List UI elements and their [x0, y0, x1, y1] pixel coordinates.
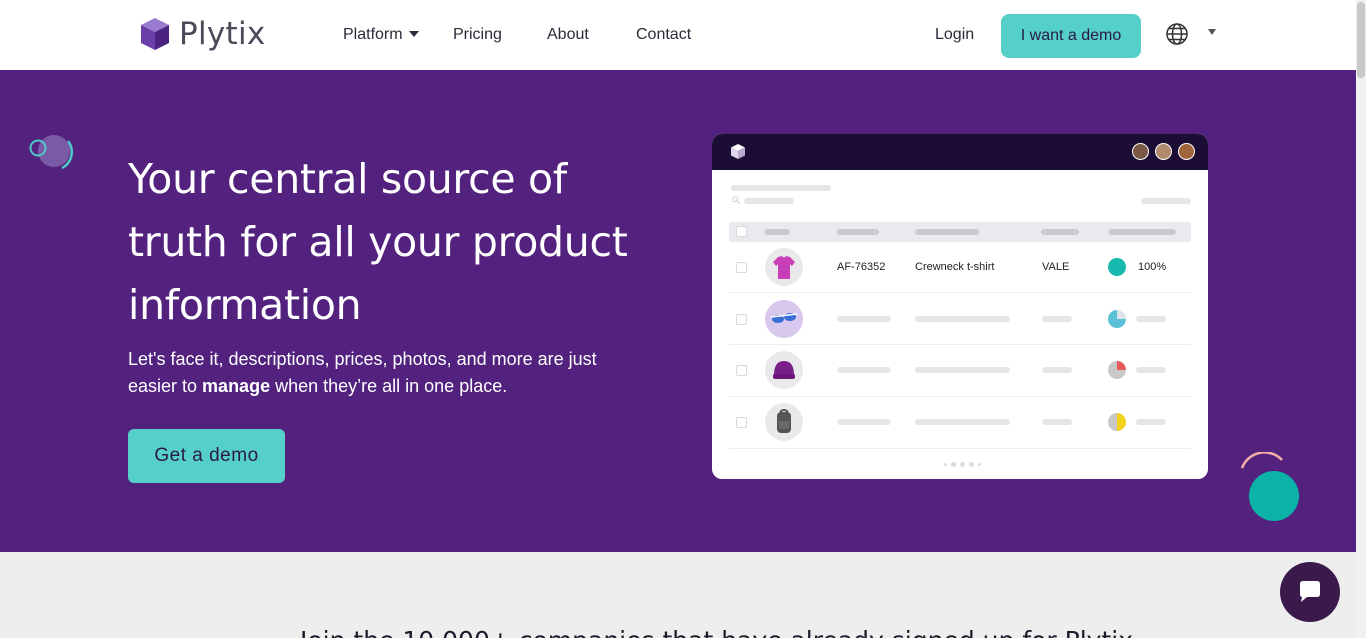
placeholder-bar [915, 367, 1010, 373]
get-demo-button[interactable]: Get a demo [128, 429, 285, 483]
sku-cell: AF-76352 [837, 261, 886, 273]
status-pie [1108, 361, 1126, 379]
avatar [1178, 143, 1195, 160]
hero-subtitle-bold: manage [202, 376, 271, 396]
placeholder-bar [915, 316, 1010, 322]
status-pie [1108, 413, 1126, 431]
product-thumb [765, 403, 803, 441]
placeholder-bar [744, 198, 794, 204]
decorative-circles-icon [29, 135, 73, 170]
header-placeholder [1108, 229, 1176, 235]
beanie-icon [773, 361, 795, 379]
chat-button[interactable] [1280, 562, 1340, 622]
want-demo-button[interactable]: I want a demo [1001, 14, 1141, 58]
login-link[interactable]: Login [935, 26, 974, 44]
header-placeholder [764, 229, 790, 235]
product-thumb [765, 248, 803, 286]
avatar [1155, 143, 1172, 160]
pager-dot [969, 462, 974, 467]
social-proof-headline: Join the 10,000+ companies that have alr… [300, 626, 1133, 638]
row-checkbox [736, 365, 747, 376]
nav-pricing[interactable]: Pricing [453, 26, 502, 44]
placeholder-bar [731, 185, 831, 191]
placeholder-bar [915, 419, 1010, 425]
placeholder-bar [1136, 367, 1166, 373]
header-placeholder [1041, 229, 1079, 235]
chat-icon [1300, 581, 1320, 602]
status-dot [1108, 258, 1126, 276]
row-divider [729, 344, 1191, 345]
placeholder-bar [837, 419, 891, 425]
product-table-mockup: AF-76352 Crewneck t-shirt VALE 100% [712, 134, 1208, 479]
row-divider [729, 448, 1191, 449]
top-navbar: Plytix Platform Pricing About Contact Lo… [0, 0, 1356, 70]
row-checkbox [736, 262, 747, 273]
decorative-teal-circle-icon [1240, 452, 1299, 521]
placeholder-bar [1042, 316, 1072, 322]
table-header [729, 222, 1191, 242]
nav-platform[interactable]: Platform [343, 26, 419, 44]
logo-text: Plytix [179, 16, 266, 52]
placeholder-bar [837, 367, 891, 373]
hero-title: Your central source of truth for all you… [128, 155, 628, 329]
plytix-logo[interactable]: Plytix [140, 16, 266, 52]
sunglasses-icon [770, 313, 798, 323]
cube-logo-icon [141, 18, 169, 50]
mockup-topbar [712, 134, 1208, 170]
header-placeholder [837, 229, 879, 235]
backpack-icon [777, 409, 791, 433]
row-checkbox [736, 314, 747, 325]
chevron-down-icon [408, 31, 419, 37]
avatar [1132, 143, 1149, 160]
product-thumb [765, 351, 803, 389]
nav-platform-label: Platform [343, 26, 403, 43]
placeholder-bar [1042, 367, 1072, 373]
status-pie [1108, 310, 1126, 328]
brand-cell: VALE [1042, 261, 1070, 273]
scrollbar-thumb[interactable] [1357, 2, 1365, 78]
nav-about[interactable]: About [547, 26, 589, 44]
tshirt-icon [773, 256, 795, 279]
scrollbar[interactable] [1356, 0, 1366, 638]
placeholder-bar [837, 316, 891, 322]
search-icon [732, 196, 740, 204]
row-divider [729, 396, 1191, 397]
pager-dot [944, 463, 947, 466]
cube-icon [731, 144, 745, 159]
globe-icon[interactable] [1165, 22, 1189, 46]
pager-dot [960, 462, 965, 467]
language-caret-icon[interactable] [1208, 29, 1216, 35]
product-thumb [765, 300, 803, 338]
social-proof-section: Join the 10,000+ companies that have alr… [0, 552, 1356, 638]
hero-subtitle: Let's face it, descriptions, prices, pho… [128, 349, 597, 396]
placeholder-bar [1141, 198, 1191, 204]
pager-dot [978, 463, 981, 466]
pager-dot [951, 462, 956, 467]
name-cell: Crewneck t-shirt [915, 261, 995, 273]
placeholder-bar [1136, 419, 1166, 425]
placeholder-bar [1042, 419, 1072, 425]
header-placeholder [915, 229, 979, 235]
row-checkbox [736, 417, 747, 428]
completeness-cell: 100% [1138, 261, 1167, 273]
placeholder-bar [1136, 316, 1166, 322]
select-all-checkbox [736, 226, 747, 237]
row-divider [729, 292, 1191, 293]
nav-contact[interactable]: Contact [636, 26, 691, 44]
